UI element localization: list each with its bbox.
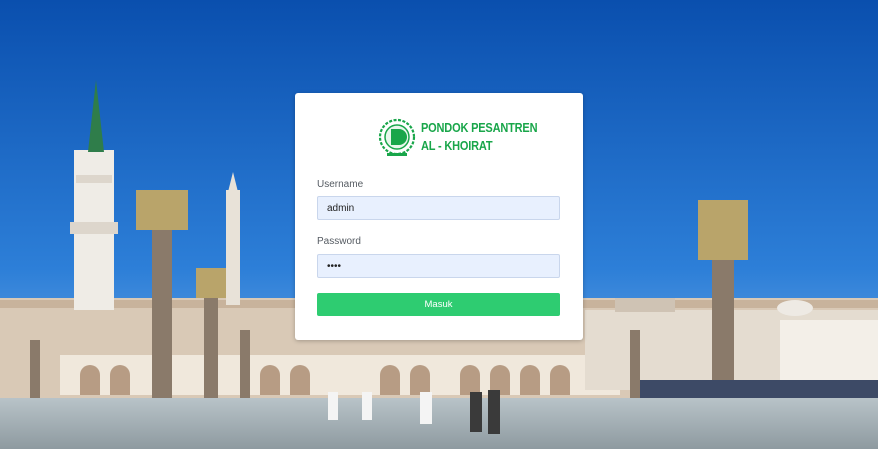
school-name-line1: PONDOK PESANTREN bbox=[421, 121, 538, 135]
login-button[interactable]: Masuk bbox=[317, 293, 560, 316]
crest-icon bbox=[378, 118, 416, 156]
username-input[interactable] bbox=[317, 196, 560, 220]
school-name-line2: AL - KHOIRAT bbox=[421, 139, 493, 153]
school-name: PONDOK PESANTREN AL - KHOIRAT bbox=[421, 119, 538, 155]
password-label: Password bbox=[317, 236, 361, 247]
school-logo: PONDOK PESANTREN AL - KHOIRAT bbox=[377, 115, 538, 161]
login-card: PONDOK PESANTREN AL - KHOIRAT Username P… bbox=[295, 93, 583, 340]
password-input[interactable] bbox=[317, 254, 560, 278]
username-label: Username bbox=[317, 179, 364, 190]
